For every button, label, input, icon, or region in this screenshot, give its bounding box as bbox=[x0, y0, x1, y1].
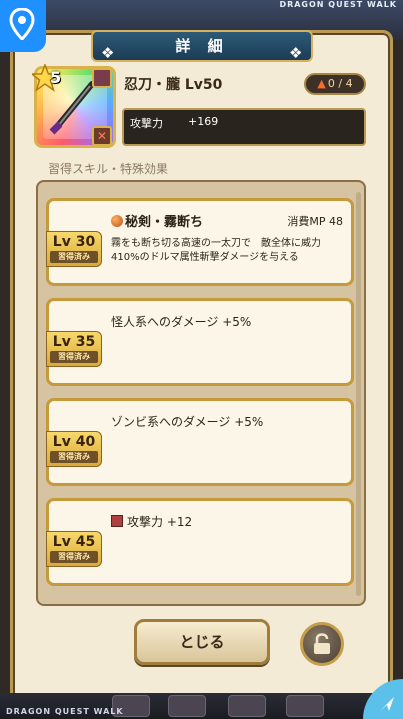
skill-description: 霧をも断ち切る高速の一太刀で 敵全体に威力410%のドルマ属性斬撃ダメージを与え… bbox=[111, 238, 321, 263]
scrollbar[interactable] bbox=[356, 192, 361, 596]
stat-value: +169 bbox=[188, 115, 219, 128]
title-plate: ❖ 詳 細 ❖ bbox=[91, 30, 313, 62]
menu-slot bbox=[228, 695, 266, 717]
skill-card: Lv 35 習得済み 怪人系へのダメージ +5% bbox=[46, 298, 354, 386]
skill-card: Lv 45 習得済み 攻撃力 +12 bbox=[46, 498, 354, 586]
level-label: Lv 35 bbox=[52, 334, 96, 350]
menu-slot bbox=[286, 695, 324, 717]
skill-orb-icon bbox=[111, 215, 123, 227]
effect-text-value: 攻撃力 +12 bbox=[127, 515, 193, 529]
level-label: Lv 30 bbox=[52, 234, 96, 250]
level-badge: Lv 40 習得済み bbox=[46, 431, 102, 467]
effect-text: 怪人系へのダメージ +5% bbox=[111, 315, 252, 329]
effect-text: 攻撃力 +12 bbox=[111, 513, 192, 530]
learned-label: 習得済み bbox=[50, 351, 98, 363]
ornament-icon: ❖ bbox=[289, 44, 309, 62]
upgrade-arrow-icon: ▲ bbox=[317, 77, 326, 90]
close-button[interactable]: とじる bbox=[134, 619, 270, 665]
weapon-name: 忍刀・朧 Lv50 bbox=[124, 77, 223, 93]
level-label: Lv 45 bbox=[52, 534, 96, 550]
stat-label: 攻撃力 bbox=[130, 117, 163, 130]
location-pin-icon[interactable] bbox=[0, 0, 46, 52]
attack-up-icon bbox=[111, 515, 123, 527]
level-badge: Lv 45 習得済み bbox=[46, 531, 102, 567]
upgrade-count: 0 / 4 bbox=[327, 77, 353, 90]
ornament-icon: ❖ bbox=[101, 44, 121, 62]
brand-text-bottom: DRAGON QUEST WALK bbox=[6, 707, 124, 716]
learned-label: 習得済み bbox=[50, 451, 98, 463]
effect-text: ゾンビ系へのダメージ +5% bbox=[111, 415, 264, 429]
skill-name: 秘剣・霧断ち bbox=[111, 211, 203, 230]
lock-button[interactable] bbox=[300, 622, 344, 666]
stat-box: 攻撃力 +169 bbox=[122, 108, 366, 146]
lock-icon bbox=[314, 633, 330, 654]
level-badge: Lv 30 習得済み bbox=[46, 231, 102, 267]
upgrade-badge: ▲ 0 / 4 bbox=[304, 73, 366, 95]
page-title: 詳 細 bbox=[175, 37, 229, 55]
weapon-type-icon: ✕ bbox=[92, 126, 112, 146]
learned-label: 習得済み bbox=[50, 551, 98, 563]
rarity-number: 5 bbox=[50, 68, 62, 87]
menu-slot bbox=[168, 695, 206, 717]
level-label: Lv 40 bbox=[52, 434, 96, 450]
monster-icon bbox=[92, 68, 112, 88]
learned-label: 習得済み bbox=[50, 251, 98, 263]
brand-text-top: DRAGON QUEST WALK bbox=[279, 0, 397, 9]
mp-cost: 消費MP 48 bbox=[287, 215, 343, 228]
skill-card: Lv 30 習得済み 秘剣・霧断ち 消費MP 48 霧をも断ち切る高速の一太刀で… bbox=[46, 198, 354, 286]
skill-name-text: 秘剣・霧断ち bbox=[125, 215, 204, 230]
skill-card: Lv 40 習得済み ゾンビ系へのダメージ +5% bbox=[46, 398, 354, 486]
level-badge: Lv 35 習得済み bbox=[46, 331, 102, 367]
section-title: 習得スキル・特殊効果 bbox=[48, 162, 169, 176]
